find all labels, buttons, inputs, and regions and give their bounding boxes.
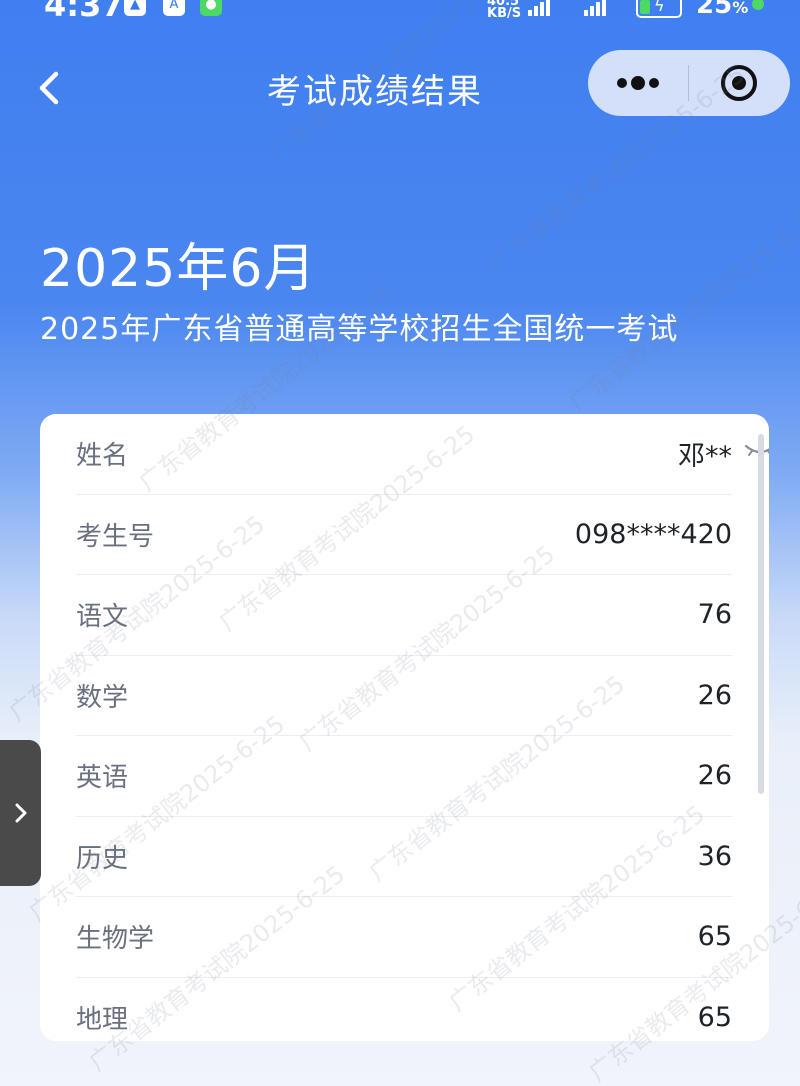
mini-program-capsule [588, 50, 790, 116]
wechat-icon: ● [200, 0, 222, 16]
result-row-exam-id: 考生号 098****420 [76, 495, 732, 575]
charging-dot-icon [752, 0, 764, 10]
result-row-biology: 生物学 65 [76, 897, 732, 978]
row-label: 姓名 [76, 441, 129, 472]
status-bar: 4:37 ▲ A ● 40.5 KB/S ϟ 25% [0, 0, 800, 24]
status-time: 4:37 [44, 0, 124, 24]
result-row-math: 数学 26 [76, 656, 732, 736]
mini-program-close-icon [721, 65, 757, 101]
exam-date: 2025年6月 [40, 239, 317, 299]
row-label: 语文 [76, 602, 129, 633]
more-dots-icon [617, 76, 659, 90]
notification-app-icon: ▲ [124, 0, 146, 16]
row-value: 098****420 [574, 518, 732, 550]
row-value: 65 [697, 1002, 732, 1034]
side-expand-button[interactable] [0, 740, 41, 886]
result-row-geography: 地理 65 [76, 978, 732, 1042]
appstore-icon: A [163, 0, 185, 16]
result-row-english: 英语 26 [76, 736, 732, 817]
signal-icon-2 [584, 0, 606, 16]
more-button[interactable] [588, 50, 688, 116]
row-value: 邓** [678, 441, 732, 473]
net-speed: 40.5 KB/S [487, 0, 521, 20]
toggle-visibility-button[interactable] [744, 440, 769, 464]
row-value: 26 [697, 760, 732, 792]
battery-percent-value: 25 [696, 0, 733, 20]
close-mini-program-button[interactable] [689, 50, 789, 116]
score-card: 姓名 邓** 考生号 098****420 语文 76 数学 26 英语 26 … [40, 414, 769, 1041]
row-label: 考生号 [76, 521, 155, 552]
row-label: 英语 [76, 763, 129, 794]
score-list: 姓名 邓** 考生号 098****420 语文 76 数学 26 英语 26 … [76, 414, 769, 1042]
result-row-chinese: 语文 76 [76, 575, 732, 656]
result-row-name: 姓名 邓** [76, 414, 769, 495]
battery-percent: 25% [696, 0, 748, 20]
result-row-history: 历史 36 [76, 817, 732, 897]
chevron-right-icon [15, 803, 26, 823]
row-value: 65 [697, 921, 732, 953]
nav-bar: 考试成绩结果 [0, 40, 800, 132]
row-value: 26 [697, 679, 732, 711]
scrollbar[interactable] [758, 434, 764, 794]
row-label: 地理 [76, 1005, 129, 1036]
row-value: 36 [697, 840, 732, 872]
row-label: 生物学 [76, 924, 155, 955]
exam-name: 2025年广东省普通高等学校招生全国统一考试 [40, 312, 679, 347]
row-label: 数学 [76, 682, 129, 713]
battery-icon: ϟ [636, 0, 682, 18]
row-value: 76 [697, 599, 732, 631]
signal-icon [528, 0, 550, 16]
eye-closed-icon [744, 444, 769, 459]
row-label: 历史 [76, 843, 129, 874]
battery-percent-sign: % [732, 0, 749, 17]
net-speed-unit: KB/S [487, 6, 522, 21]
